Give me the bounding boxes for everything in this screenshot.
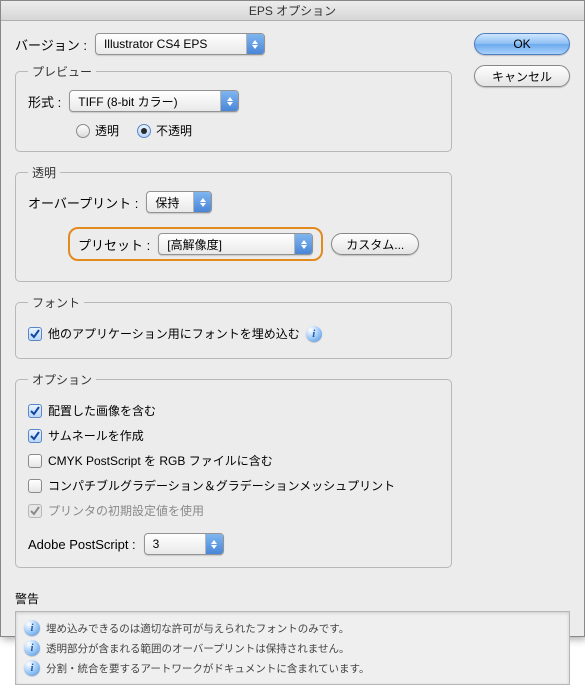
warnings-list[interactable]: i 埋め込みできるのは適切な許可が与えられたフォントのみです。 i 透明部分が含… — [15, 611, 570, 685]
check-thumbnail[interactable]: サムネールを作成 — [28, 427, 144, 444]
dialog-window: EPS オプション バージョン : Illustrator CS4 EPS プレ… — [0, 0, 585, 637]
check-compatible-gradient[interactable]: コンパチブルグラデーション＆グラデーションメッシュプリント — [28, 477, 395, 494]
cmyk-rgb-label: CMYK PostScript を RGB ファイルに含む — [48, 452, 273, 469]
check-cmyk-rgb[interactable]: CMYK PostScript を RGB ファイルに含む — [28, 452, 273, 469]
font-legend: フォント — [28, 294, 84, 311]
warning-item: i 分割・統合を要するアートワークがドキュメントに含まれています。 — [24, 658, 561, 678]
check-include-placed[interactable]: 配置した画像を含む — [28, 402, 156, 419]
ok-button[interactable]: OK — [474, 33, 570, 55]
warning-item: i 埋め込みできるのは適切な許可が与えられたフォントのみです。 — [24, 618, 561, 638]
cancel-button-label: キャンセル — [492, 68, 552, 85]
postscript-select[interactable]: 3 — [144, 533, 224, 555]
titlebar: EPS オプション — [1, 1, 584, 21]
postscript-label: Adobe PostScript : — [28, 537, 136, 552]
version-label: バージョン : — [15, 35, 87, 54]
info-icon: i — [306, 326, 322, 342]
options-group: オプション 配置した画像を含む サムネールを作成 — [15, 371, 452, 568]
radio-opaque-label: 不透明 — [156, 122, 192, 139]
window-title: EPS オプション — [249, 4, 336, 18]
custom-button[interactable]: カスタム... — [331, 233, 419, 255]
version-select[interactable]: Illustrator CS4 EPS — [95, 33, 265, 55]
chevron-updown-icon — [193, 192, 211, 212]
radio-transparent-label: 透明 — [95, 122, 119, 139]
checkbox-icon — [28, 454, 42, 468]
overprint-value: 保持 — [155, 194, 185, 211]
warning-text: 埋め込みできるのは適切な許可が与えられたフォントのみです。 — [46, 621, 349, 636]
embed-fonts-label: 他のアプリケーション用にフォントを埋め込む — [48, 325, 300, 342]
overprint-label: オーバープリント : — [28, 193, 138, 212]
preset-label: プリセット : — [78, 235, 150, 254]
chevron-updown-icon — [246, 34, 264, 54]
include-placed-label: 配置した画像を含む — [48, 402, 156, 419]
transparency-group: 透明 オーバープリント : 保持 プリセット : — [15, 164, 452, 282]
chevron-updown-icon — [205, 534, 223, 554]
checkbox-icon — [28, 504, 42, 518]
warnings-section: 警告 i 埋め込みできるのは適切な許可が与えられたフォントのみです。 i 透明部… — [15, 590, 570, 685]
radio-icon — [76, 124, 90, 138]
compatible-gradient-label: コンパチブルグラデーション＆グラデーションメッシュプリント — [48, 477, 395, 494]
format-select[interactable]: TIFF (8-bit カラー) — [69, 90, 239, 112]
checkbox-icon — [28, 429, 42, 443]
info-icon: i — [24, 660, 40, 676]
format-value: TIFF (8-bit カラー) — [78, 93, 183, 110]
chevron-updown-icon — [294, 234, 312, 254]
preview-legend: プレビュー — [28, 63, 96, 80]
overprint-select[interactable]: 保持 — [146, 191, 212, 213]
radio-icon — [137, 124, 151, 138]
warning-item: i 透明部分が含まれる範囲のオーバープリントは保持されません。 — [24, 638, 561, 658]
postscript-value: 3 — [153, 537, 166, 551]
font-group: フォント 他のアプリケーション用にフォントを埋め込む i — [15, 294, 452, 359]
version-value: Illustrator CS4 EPS — [104, 37, 213, 51]
preset-select[interactable]: [高解像度] — [158, 233, 313, 255]
checkbox-icon — [28, 327, 42, 341]
custom-button-label: カスタム... — [346, 236, 404, 253]
transparency-legend: 透明 — [28, 164, 60, 181]
radio-transparent[interactable]: 透明 — [76, 122, 119, 139]
radio-opaque[interactable]: 不透明 — [137, 122, 192, 139]
warnings-title: 警告 — [15, 590, 570, 607]
preview-group: プレビュー 形式 : TIFF (8-bit カラー) 透明 — [15, 63, 452, 152]
format-label: 形式 : — [28, 92, 61, 111]
chevron-updown-icon — [220, 91, 238, 111]
ok-button-label: OK — [513, 37, 530, 51]
info-icon: i — [24, 640, 40, 656]
preset-value: [高解像度] — [167, 236, 228, 253]
check-printer-defaults: プリンタの初期設定値を使用 — [28, 502, 204, 519]
cancel-button[interactable]: キャンセル — [474, 65, 570, 87]
info-icon: i — [24, 620, 40, 636]
thumbnail-label: サムネールを作成 — [48, 427, 144, 444]
options-legend: オプション — [28, 371, 96, 388]
check-embed-fonts[interactable]: 他のアプリケーション用にフォントを埋め込む i — [28, 325, 322, 342]
warning-text: 透明部分が含まれる範囲のオーバープリントは保持されません。 — [46, 641, 349, 656]
checkbox-icon — [28, 404, 42, 418]
preset-highlight: プリセット : [高解像度] — [68, 227, 323, 261]
printer-defaults-label: プリンタの初期設定値を使用 — [48, 502, 204, 519]
checkbox-icon — [28, 479, 42, 493]
warning-text: 分割・統合を要するアートワークがドキュメントに含まれています。 — [46, 661, 370, 676]
